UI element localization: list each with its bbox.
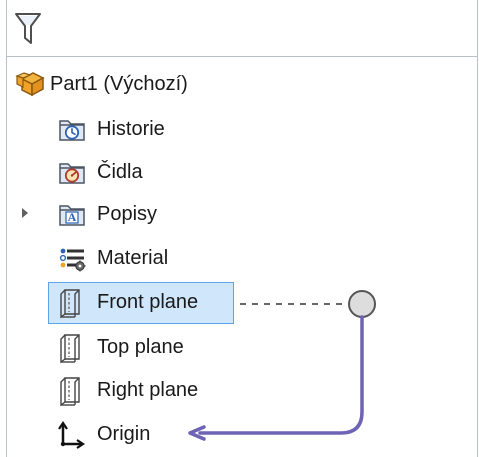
tree-root-part1[interactable]: Part1 (Výchozí)	[14, 64, 188, 104]
annotations-folder-icon: A	[55, 197, 89, 231]
plane-icon	[55, 373, 89, 407]
tree-item-label: Origin	[97, 423, 151, 445]
filter-bar	[7, 0, 477, 57]
tree-item-top-plane[interactable]: Top plane	[55, 327, 184, 367]
history-folder-icon	[55, 112, 89, 146]
tree-item-label: Right plane	[97, 379, 199, 401]
tree-root-label: Part1 (Výchozí)	[50, 73, 188, 95]
tree-item-label: Historie	[97, 118, 165, 140]
plane-icon	[55, 330, 89, 364]
origin-icon	[55, 417, 89, 451]
tree-item-material[interactable]: Material	[55, 238, 168, 278]
expand-triangle-icon[interactable]	[20, 206, 30, 220]
filter-funnel-icon[interactable]	[14, 12, 42, 46]
part-icon	[14, 67, 48, 101]
tree-item-origin[interactable]: Origin	[55, 414, 150, 454]
sensors-folder-icon	[55, 155, 89, 189]
tree-item-right-plane[interactable]: Right plane	[55, 370, 198, 410]
tree-item-front-plane[interactable]: Front plane	[55, 282, 198, 322]
tree-item-cidla[interactable]: Čidla	[55, 152, 143, 192]
tree-item-label: Front plane	[97, 291, 199, 313]
material-icon	[55, 241, 89, 275]
plane-icon	[55, 285, 89, 319]
svg-text:A: A	[68, 210, 77, 224]
tree-item-historie[interactable]: Historie	[55, 109, 165, 149]
tree-item-label: Material	[97, 247, 169, 269]
tree-item-label: Popisy	[97, 203, 158, 225]
tree-item-popisy[interactable]: A Popisy	[55, 194, 157, 234]
tree-item-label: Čidla	[97, 161, 143, 183]
tree-item-label: Top plane	[97, 336, 184, 358]
